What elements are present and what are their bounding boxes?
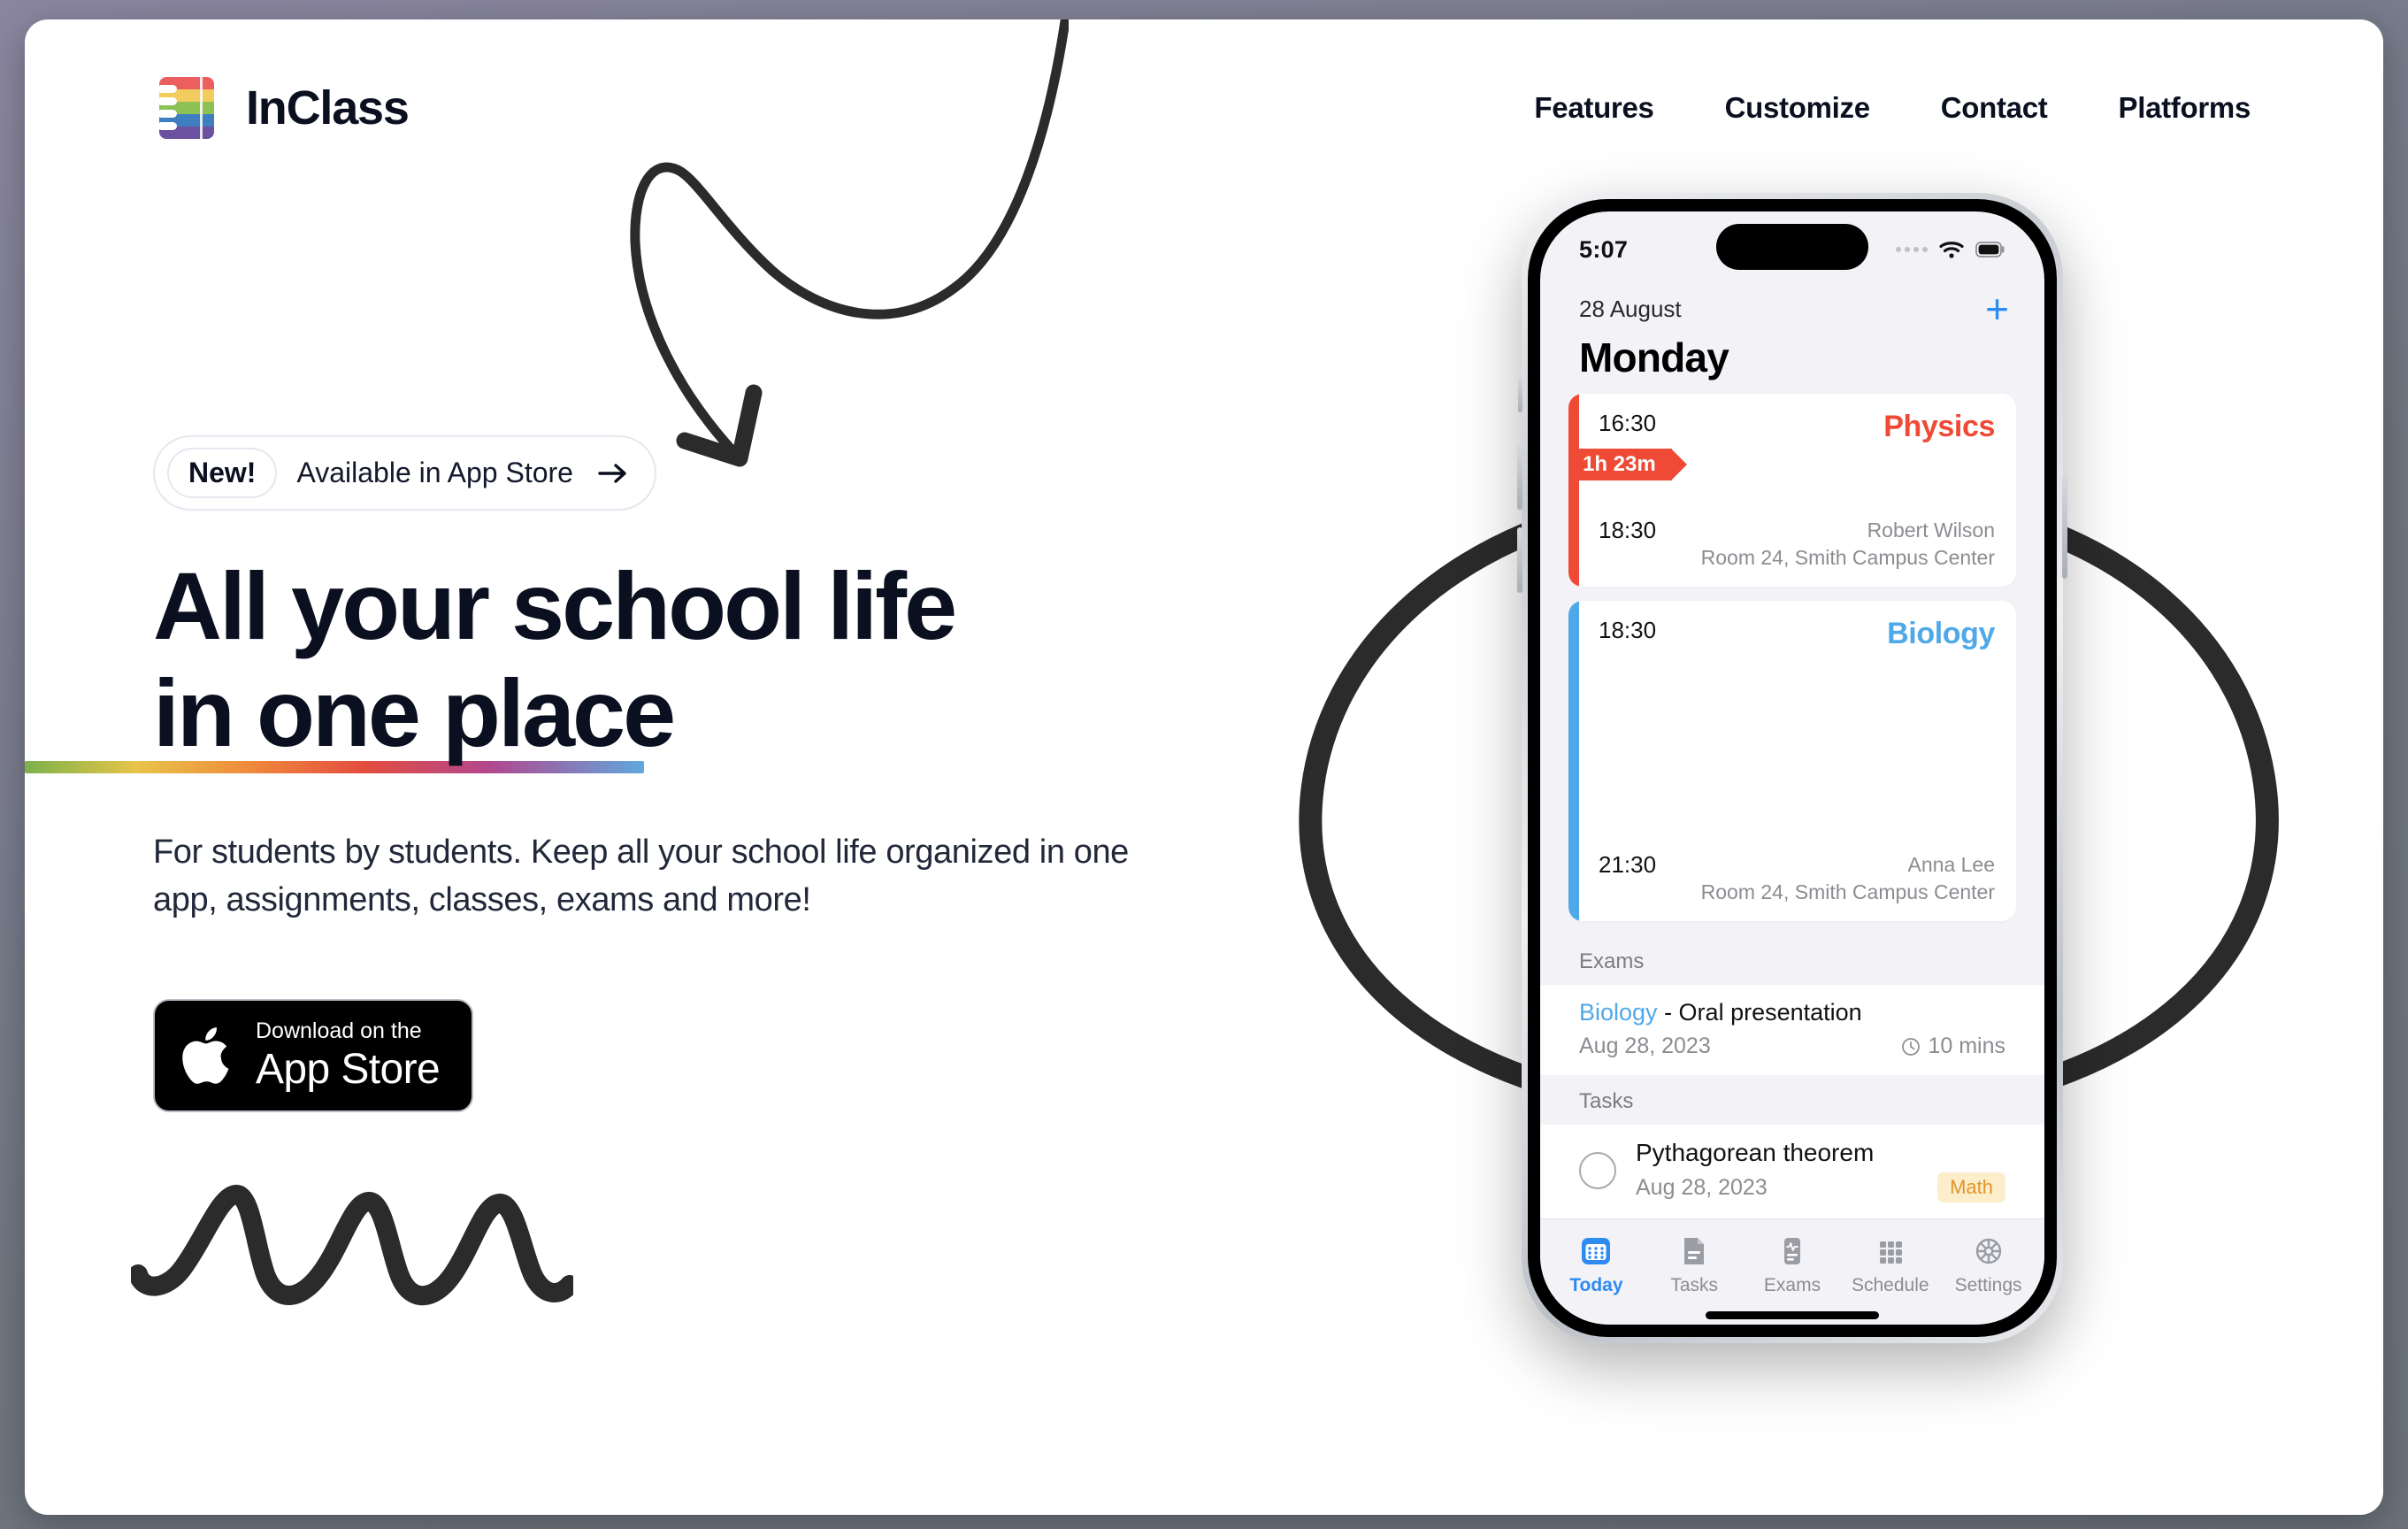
class-accent-bar — [1568, 601, 1579, 922]
phone-volume-down-button[interactable] — [1517, 527, 1522, 593]
site-header: InClass Features Customize Contact Platf… — [25, 19, 2383, 196]
class-end-time: 21:30 — [1599, 851, 1657, 879]
arrow-right-icon — [598, 462, 628, 485]
hand-drawn-zigzag-squiggle-icon — [131, 1185, 573, 1306]
class-end-time: 18:30 — [1599, 517, 1657, 544]
nav-item-customize[interactable]: Customize — [1725, 91, 1870, 125]
page-title: All your school life in one place — [153, 552, 1126, 767]
tab-label: Settings — [1954, 1275, 2022, 1296]
nav-item-features[interactable]: Features — [1534, 91, 1653, 125]
exam-title: Biology - Oral presentation — [1579, 999, 2005, 1026]
class-teacher: Anna Lee — [1907, 853, 1995, 877]
phone-bezel: 5:07 28 August + Monday 1h 23m 16:30 Phy… — [1528, 199, 2057, 1337]
class-meta: Anna Lee Room 24, Smith Campus Center — [1701, 851, 1995, 905]
apple-logo-icon — [182, 1026, 229, 1084]
status-time: 5:07 — [1579, 235, 1629, 263]
task-date: Aug 28, 2023 — [1636, 1174, 1768, 1200]
class-title: Physics — [1883, 410, 1995, 444]
circle-unchecked-icon[interactable] — [1579, 1152, 1616, 1190]
class-card-physics[interactable]: 1h 23m 16:30 Physics 18:30 Robert Wilson — [1568, 394, 2016, 588]
section-header-exams: Exams — [1540, 935, 2044, 986]
phone-screen: 5:07 28 August + Monday 1h 23m 16:30 Phy… — [1540, 211, 2044, 1325]
brand-name: InClass — [246, 81, 410, 134]
tab-schedule[interactable]: Schedule — [1844, 1233, 1936, 1296]
class-start-time: 18:30 — [1599, 617, 1657, 644]
new-badge: New! — [167, 448, 278, 498]
plus-icon[interactable]: + — [1985, 288, 2009, 329]
tab-settings[interactable]: Settings — [1943, 1233, 2035, 1296]
tab-tasks[interactable]: Tasks — [1648, 1233, 1740, 1296]
exam-row[interactable]: Biology - Oral presentation Aug 28, 2023… — [1540, 985, 2044, 1076]
announcement-text: Available in App Store — [296, 457, 573, 488]
tab-label: Exams — [1763, 1275, 1821, 1296]
status-bar: 5:07 — [1540, 211, 2044, 288]
class-room: Room 24, Smith Campus Center — [1700, 880, 1995, 903]
calendar-icon — [1582, 1238, 1611, 1265]
download-app-store-button[interactable]: Download on the App Store — [153, 998, 474, 1112]
status-indicators — [1896, 240, 2005, 259]
class-card-biology[interactable]: 18:30 Biology 21:30 Anna Lee Room 24, Sm… — [1568, 601, 2016, 922]
headline-line-1: All your school life — [153, 552, 957, 659]
tab-exams[interactable]: Exams — [1746, 1233, 1838, 1296]
phone-power-button[interactable] — [2062, 476, 2067, 579]
exam-date: Aug 28, 2023 — [1579, 1033, 1711, 1059]
bottom-tab-bar: Today Tasks Exams Schedule Settings — [1540, 1218, 2044, 1306]
nav-item-contact[interactable]: Contact — [1941, 91, 2048, 125]
phone-frame: 5:07 28 August + Monday 1h 23m 16:30 Phy… — [1517, 193, 2067, 1343]
nav-item-platforms[interactable]: Platforms — [2118, 91, 2251, 125]
headline-line-2: in one place — [153, 658, 676, 766]
appstore-small-label: Download on the — [256, 1018, 422, 1043]
task-tag-badge: Math — [1937, 1172, 2005, 1203]
exam-duration: 10 mins — [1901, 1033, 2005, 1059]
phone-silent-switch[interactable] — [1518, 377, 1522, 412]
tab-today[interactable]: Today — [1550, 1233, 1642, 1296]
tab-label: Schedule — [1851, 1275, 1929, 1296]
section-header-tasks: Tasks — [1540, 1075, 2044, 1126]
clipboard-pulse-icon — [1783, 1238, 1800, 1265]
clock-icon — [1902, 1037, 1921, 1056]
phone-mockup: 5:07 28 August + Monday 1h 23m 16:30 Phy… — [1517, 193, 2067, 1343]
gear-icon — [1975, 1238, 2001, 1264]
app-header: 28 August + Monday — [1540, 288, 2044, 381]
app-date-label: 28 August — [1579, 295, 1682, 322]
home-indicator[interactable] — [1540, 1305, 2044, 1325]
tab-label: Today — [1569, 1275, 1623, 1296]
battery-icon — [1975, 242, 2005, 257]
class-accent-bar — [1568, 394, 1579, 588]
announcement-pill[interactable]: New! Available in App Store — [153, 435, 656, 511]
dynamic-island — [1716, 224, 1868, 270]
class-meta: Robert Wilson Room 24, Smith Campus Cent… — [1701, 517, 1995, 571]
main-nav: Features Customize Contact Platforms — [1534, 91, 2251, 125]
class-duration-badge: 1h 23m — [1568, 449, 1687, 481]
signal-dots-icon — [1896, 247, 1928, 252]
appstore-big-label: App Store — [256, 1045, 441, 1093]
hero-subtitle: For students by students. Keep all your … — [153, 833, 1129, 918]
class-title: Biology — [1887, 617, 1995, 651]
document-icon — [1684, 1238, 1705, 1265]
class-start-time: 16:30 — [1599, 410, 1657, 437]
wifi-icon — [1939, 242, 1964, 258]
task-row[interactable]: Pythagorean theorem Aug 28, 2023 Math — [1540, 1125, 2044, 1219]
brand-logo[interactable]: InClass — [159, 77, 410, 139]
page-frame: InClass Features Customize Contact Platf… — [25, 19, 2383, 1515]
hero-section: New! Available in App Store All your sch… — [153, 435, 1259, 1112]
app-day-title: Monday — [1579, 334, 1729, 381]
exam-name: - Oral presentation — [1657, 999, 1862, 1026]
class-teacher: Robert Wilson — [1867, 519, 1995, 542]
phone-volume-up-button[interactable] — [1517, 444, 1522, 510]
notebook-rainbow-icon — [159, 77, 214, 139]
class-room: Room 24, Smith Campus Center — [1700, 545, 1995, 569]
grid-icon — [1879, 1241, 1902, 1264]
exam-subject: Biology — [1579, 999, 1658, 1026]
schedule-list: 1h 23m 16:30 Physics 18:30 Robert Wilson — [1540, 381, 2044, 935]
task-title: Pythagorean theorem — [1636, 1139, 1875, 1167]
tab-label: Tasks — [1670, 1275, 1719, 1296]
